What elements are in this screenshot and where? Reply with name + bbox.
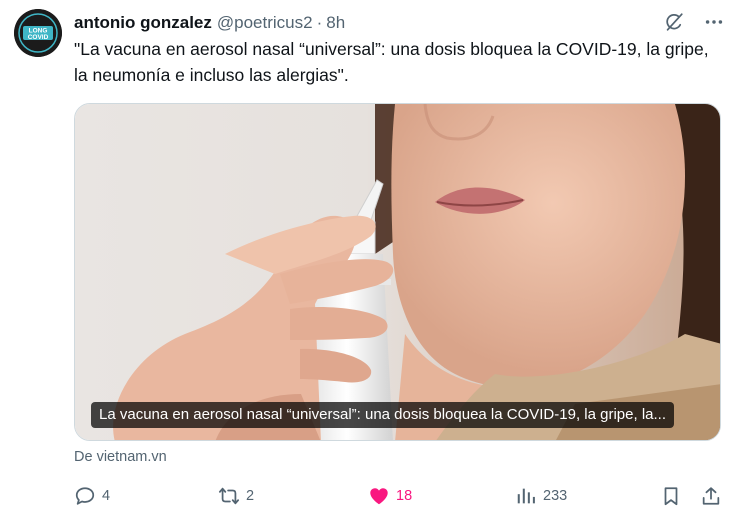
card-source-link[interactable]: De vietnam.vn xyxy=(74,449,167,465)
card-caption: La vacuna en aerosol nasal “universal”: … xyxy=(91,402,674,428)
like-count: 18 xyxy=(396,488,413,504)
action-bar: 4 2 18 233 xyxy=(74,482,724,510)
user-handle[interactable]: @poetricus2 xyxy=(217,13,313,33)
share-icon xyxy=(702,487,720,505)
avatar-text-2: COVID xyxy=(28,34,49,41)
header-actions xyxy=(662,10,726,34)
views-button[interactable]: 233 xyxy=(515,482,567,510)
retweet-count: 2 xyxy=(246,488,255,504)
bookmark-button[interactable] xyxy=(660,482,682,510)
share-button[interactable] xyxy=(700,482,722,510)
retweet-button[interactable]: 2 xyxy=(218,482,254,510)
tweet-text: "La vacuna en aerosol nasal “universal”:… xyxy=(74,39,709,85)
retweet-icon xyxy=(218,487,240,505)
reply-icon xyxy=(75,487,95,505)
tweet-header: antonio gonzalez @poetricus2 · 8h xyxy=(74,12,345,34)
reply-count: 4 xyxy=(102,488,111,504)
like-button[interactable]: 18 xyxy=(368,482,412,510)
reply-button[interactable]: 4 xyxy=(74,482,110,510)
avatar[interactable]: LONG COVID xyxy=(14,9,62,57)
views-icon xyxy=(517,488,535,504)
card-image xyxy=(75,104,720,440)
heart-icon xyxy=(370,488,388,505)
bookmark-icon xyxy=(664,487,678,506)
separator-dot: · xyxy=(316,13,323,32)
more-icon[interactable] xyxy=(702,10,726,34)
timestamp[interactable]: 8h xyxy=(326,13,345,33)
link-card[interactable]: La vacuna en aerosol nasal “universal”: … xyxy=(74,103,721,441)
long-covid-logo: LONG COVID xyxy=(14,9,62,57)
display-name[interactable]: antonio gonzalez xyxy=(74,13,212,33)
grok-icon[interactable] xyxy=(662,10,686,34)
views-count: 233 xyxy=(543,488,568,504)
